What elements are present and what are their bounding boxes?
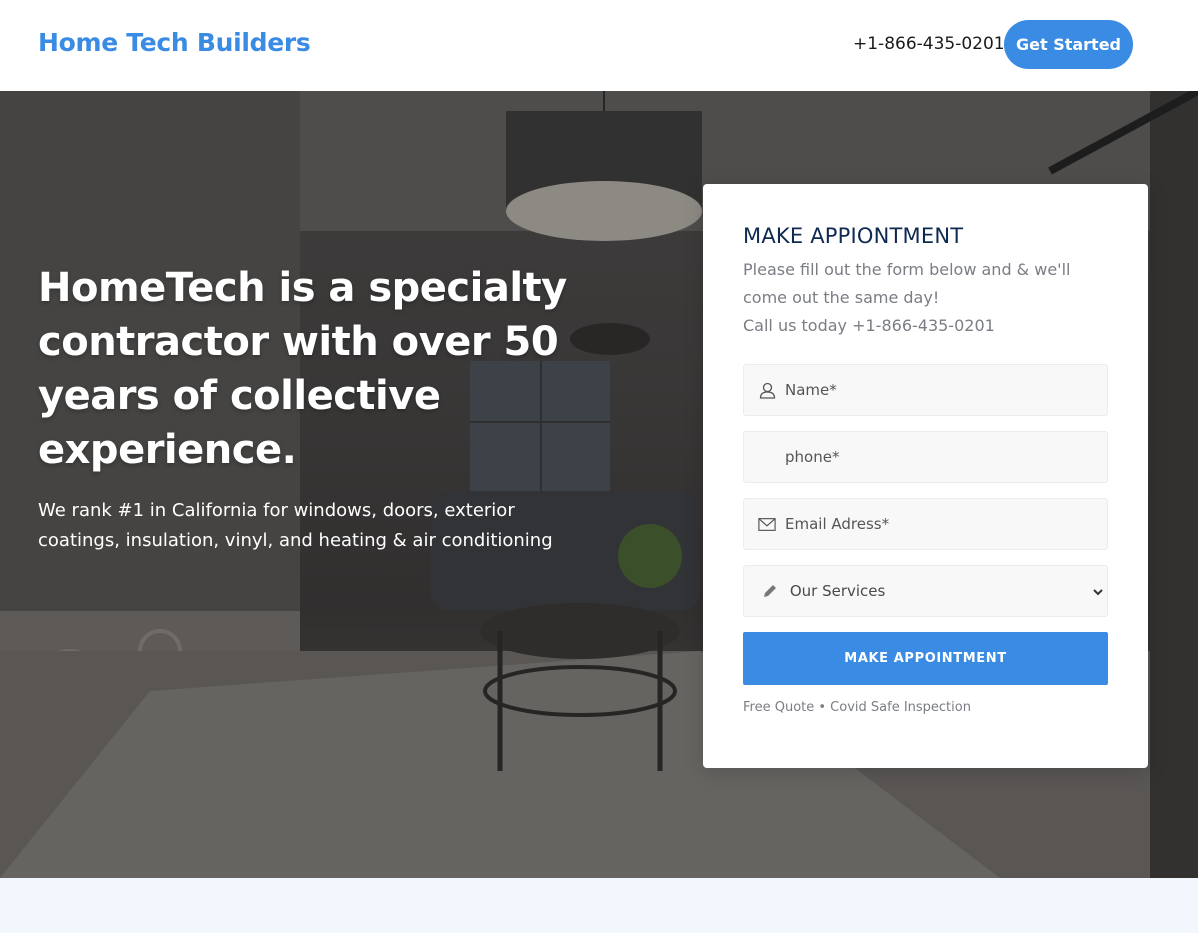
hero-section: HomeTech is a specialty contractor with … xyxy=(0,91,1198,878)
phone-icon xyxy=(758,448,776,466)
form-description-text: Please fill out the form below and & we'… xyxy=(743,260,1071,307)
form-description: Please fill out the form below and & we'… xyxy=(743,256,1103,340)
appointment-form-card: MAKE APPIONTMENT Please fill out the for… xyxy=(703,184,1148,768)
phone-input[interactable] xyxy=(785,448,1105,466)
form-call-text: Call us today +1-866-435-0201 xyxy=(743,316,995,335)
services-select-field[interactable]: Our Services xyxy=(743,565,1108,617)
brand-logo[interactable]: Home Tech Builders xyxy=(38,28,311,57)
form-footer-note: Free Quote • Covid Safe Inspection xyxy=(743,700,971,715)
site-header: Home Tech Builders +1-866-435-0201 Get S… xyxy=(0,0,1198,91)
next-section-band xyxy=(0,878,1198,933)
form-title: MAKE APPIONTMENT xyxy=(743,224,964,248)
hero-subtitle: We rank #1 in California for windows, do… xyxy=(38,500,553,551)
header-phone[interactable]: +1-866-435-0201 xyxy=(853,34,1005,54)
make-appointment-button[interactable]: MAKE APPOINTMENT xyxy=(743,632,1108,685)
name-field[interactable] xyxy=(743,364,1108,416)
email-input[interactable] xyxy=(785,515,1105,533)
name-input[interactable] xyxy=(785,381,1105,399)
pencil-icon xyxy=(761,582,779,600)
services-select[interactable]: Our Services xyxy=(789,582,1107,600)
get-started-button[interactable]: Get Started xyxy=(1004,20,1133,69)
email-field[interactable] xyxy=(743,498,1108,550)
phone-field[interactable] xyxy=(743,431,1108,483)
mail-icon xyxy=(758,515,776,533)
hero-title: HomeTech is a specialty contractor with … xyxy=(38,265,567,473)
user-icon xyxy=(758,381,776,399)
chevron-down-icon xyxy=(1093,584,1103,602)
